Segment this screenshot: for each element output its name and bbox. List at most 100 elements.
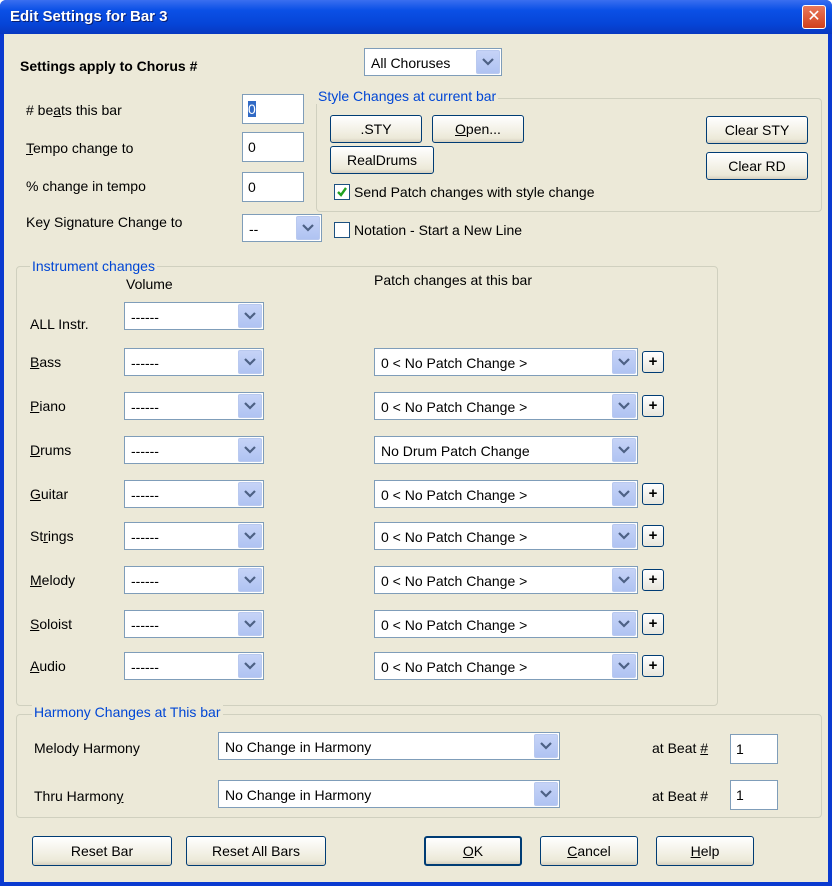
instrument-label: Guitar — [30, 486, 69, 502]
beats-input[interactable]: 0 — [242, 94, 304, 124]
chorus-select[interactable]: All Choruses — [364, 48, 502, 76]
close-icon: ✕ — [807, 8, 821, 25]
chevron-down-icon[interactable] — [612, 524, 636, 548]
tempo-label: Tempo change to — [26, 140, 134, 156]
chevron-down-icon[interactable] — [238, 612, 262, 636]
instrument-volume-value: ------ — [131, 443, 159, 459]
chevron-down-icon[interactable] — [238, 394, 262, 418]
ok-button[interactable]: OK — [424, 836, 522, 866]
chevron-down-icon[interactable] — [612, 350, 636, 374]
instrument-patch-select[interactable]: 0 < No Patch Change > — [374, 480, 638, 508]
chevron-down-icon[interactable] — [534, 734, 558, 758]
instrument-volume-select[interactable]: ------ — [124, 392, 264, 420]
instrument-patch-select[interactable]: 0 < No Patch Change > — [374, 392, 638, 420]
instrument-volume-select[interactable]: ------ — [124, 652, 264, 680]
notation-checkbox[interactable] — [334, 222, 350, 238]
melody-harmony-value: No Change in Harmony — [225, 739, 372, 755]
thru-harmony-select[interactable]: No Change in Harmony — [218, 780, 560, 808]
add-patch-button[interactable]: + — [642, 655, 664, 677]
add-patch-button[interactable]: + — [642, 569, 664, 591]
thru-beat-input[interactable]: 1 — [730, 780, 778, 810]
instrument-label: Bass — [30, 354, 62, 370]
instrument-volume-value: ------ — [131, 355, 159, 371]
beats-label: # beats this bar — [26, 102, 122, 118]
all-instr-volume-select[interactable]: ------ — [124, 302, 264, 330]
chevron-down-icon[interactable] — [238, 482, 262, 506]
chevron-down-icon[interactable] — [612, 568, 636, 592]
chevron-down-icon[interactable] — [296, 216, 320, 240]
chevron-down-icon[interactable] — [238, 304, 262, 328]
send-patch-checkbox[interactable] — [334, 184, 350, 200]
tempo-input[interactable]: 0 — [242, 132, 304, 162]
chevron-down-icon[interactable] — [612, 654, 636, 678]
add-patch-button[interactable]: + — [642, 395, 664, 417]
melody-harmony-label: Melody Harmony — [34, 740, 140, 756]
open-button[interactable]: Open... — [432, 115, 524, 143]
instrument-label: Piano — [30, 398, 66, 414]
pct-tempo-input[interactable]: 0 — [242, 172, 304, 202]
chevron-down-icon[interactable] — [534, 782, 558, 806]
dialog-client: Settings apply to Chorus # All Choruses … — [4, 34, 828, 882]
instrument-patch-select[interactable]: 0 < No Patch Change > — [374, 566, 638, 594]
instrument-volume-select[interactable]: ------ — [124, 566, 264, 594]
title-bar[interactable]: Edit Settings for Bar 3 ✕ — [0, 0, 832, 34]
melody-beat-label: at Beat # — [652, 740, 709, 756]
instrument-patch-value: 0 < No Patch Change > — [381, 529, 528, 545]
reset-bar-button[interactable]: Reset Bar — [32, 836, 172, 866]
add-patch-button[interactable]: + — [642, 351, 664, 373]
instrument-patch-select[interactable]: No Drum Patch Change — [374, 436, 638, 464]
instrument-volume-value: ------ — [131, 617, 159, 633]
add-patch-button[interactable]: + — [642, 613, 664, 635]
patch-header: Patch changes at this bar — [374, 272, 532, 288]
instrument-patch-value: 0 < No Patch Change > — [381, 487, 528, 503]
close-button[interactable]: ✕ — [802, 5, 826, 29]
cancel-button[interactable]: Cancel — [540, 836, 638, 866]
chevron-down-icon[interactable] — [612, 612, 636, 636]
add-patch-button[interactable]: + — [642, 483, 664, 505]
clear-rd-button[interactable]: Clear RD — [706, 152, 808, 180]
sty-button[interactable]: .STY — [330, 115, 422, 143]
realdrums-button[interactable]: RealDrums — [330, 146, 434, 174]
chorus-select-value: All Choruses — [371, 55, 451, 71]
instrument-patch-select[interactable]: 0 < No Patch Change > — [374, 522, 638, 550]
instrument-volume-select[interactable]: ------ — [124, 610, 264, 638]
chevron-down-icon[interactable] — [612, 394, 636, 418]
instrument-volume-value: ------ — [131, 487, 159, 503]
notation-label: Notation - Start a New Line — [354, 222, 523, 238]
thru-harmony-label: Thru Harmony — [34, 788, 124, 804]
instrument-patch-select[interactable]: 0 < No Patch Change > — [374, 610, 638, 638]
add-patch-button[interactable]: + — [642, 525, 664, 547]
key-sig-value: -- — [249, 221, 259, 237]
instrument-label: Melody — [30, 572, 76, 588]
help-button[interactable]: Help — [656, 836, 754, 866]
chevron-down-icon[interactable] — [612, 438, 636, 462]
chevron-down-icon[interactable] — [238, 524, 262, 548]
chevron-down-icon[interactable] — [612, 482, 636, 506]
chevron-down-icon[interactable] — [238, 654, 262, 678]
instrument-patch-value: 0 < No Patch Change > — [381, 617, 528, 633]
key-sig-select[interactable]: -- — [242, 214, 322, 242]
instrument-patch-select[interactable]: 0 < No Patch Change > — [374, 348, 638, 376]
chevron-down-icon[interactable] — [476, 50, 500, 74]
instrument-patch-select[interactable]: 0 < No Patch Change > — [374, 652, 638, 680]
instrument-volume-select[interactable]: ------ — [124, 436, 264, 464]
melody-beat-input[interactable]: 1 — [730, 734, 778, 764]
clear-sty-button[interactable]: Clear STY — [706, 116, 808, 144]
instrument-patch-value: No Drum Patch Change — [381, 443, 530, 459]
instrument-volume-select[interactable]: ------ — [124, 522, 264, 550]
pct-tempo-label: % change in tempo — [26, 178, 146, 194]
chevron-down-icon[interactable] — [238, 568, 262, 592]
chevron-down-icon[interactable] — [238, 350, 262, 374]
all-instr-volume-value: ------ — [131, 309, 159, 325]
thru-beat-label: at Beat # — [652, 788, 709, 804]
instrument-volume-select[interactable]: ------ — [124, 480, 264, 508]
key-sig-label: Key Signature Change to — [26, 214, 183, 230]
reset-all-bars-button[interactable]: Reset All Bars — [186, 836, 326, 866]
instrument-volume-select[interactable]: ------ — [124, 348, 264, 376]
instrument-patch-value: 0 < No Patch Change > — [381, 659, 528, 675]
thru-harmony-value: No Change in Harmony — [225, 787, 372, 803]
checkmark-icon — [337, 187, 347, 197]
all-instr-label: ALL Instr. — [30, 316, 89, 332]
melody-harmony-select[interactable]: No Change in Harmony — [218, 732, 560, 760]
chevron-down-icon[interactable] — [238, 438, 262, 462]
